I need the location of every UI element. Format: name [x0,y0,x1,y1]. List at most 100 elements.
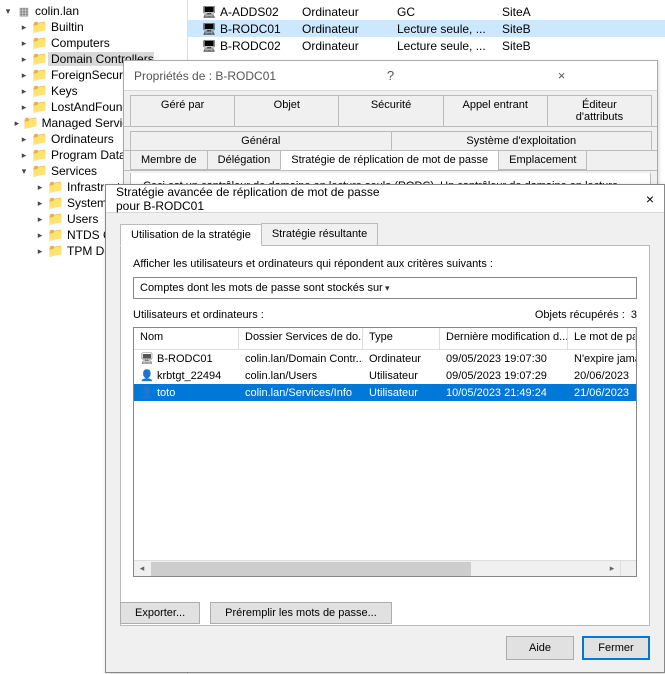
list-row[interactable]: 🖥A-ADDS02OrdinateurGCSiteA [188,3,665,20]
cell-desc: Lecture seule, ... [397,39,502,53]
results-listview[interactable]: NomDossier Services de do...TypeDernière… [133,327,637,577]
tab[interactable]: Éditeur d'attributs [547,95,652,126]
tab[interactable]: Stratégie de réplication de mot de passe [280,151,499,170]
tree-item-label: Ordinateurs [48,132,114,146]
scroll-corner [620,560,636,576]
tree-item-label: Keys [48,84,78,98]
tab[interactable]: Emplacement [498,151,587,170]
advanced-titlebar[interactable]: Stratégie avancée de réplication de mot … [106,185,664,213]
scroll-left-icon[interactable]: ◂ [134,561,150,577]
tab[interactable]: Système d'exploitation [391,131,653,150]
column-header[interactable]: Dernière modification d... [440,328,568,349]
cell-name: B-RODC01 [220,22,281,36]
cell-type: Ordinateur [302,22,397,36]
folder-icon: 📁 [32,147,48,163]
tab[interactable]: Membre de [130,151,208,170]
properties-titlebar[interactable]: Propriétés de : B-RODC01 ? × [124,61,657,91]
listview-body[interactable]: 🖥B-RODC01 colin.lan/Domain Contr...Ordina… [134,350,636,401]
close-button[interactable]: × [476,68,647,83]
cell-date: 09/05/2023 19:07:29 [440,370,568,382]
table-row[interactable]: 👤krbtgt_22494colin.lan/UsersUtilisateur0… [134,367,636,384]
main-area: ▾ ▦ colin.lan ▸📁Builtin▸📁Computers▸📁Doma… [0,0,665,674]
chevron-right-icon[interactable]: ▸ [16,147,32,163]
tab[interactable]: Général [130,131,392,150]
chevron-right-icon[interactable]: ▸ [16,99,32,115]
user-icon: 👤 [140,369,154,383]
tree-item-label: Services [48,164,97,178]
list-row[interactable]: 🖥 B-RODC02 OrdinateurLecture seule, ...Sit… [188,37,665,54]
meta-left-label: Utilisateurs et ordinateurs : [133,309,535,321]
cell-type: Ordinateur [302,5,397,19]
table-row[interactable]: 🖥B-RODC01 colin.lan/Domain Contr...Ordina… [134,350,636,367]
export-button[interactable]: Exporter... [120,602,200,624]
instruction-text: Afficher les utilisateurs et ordinateurs… [133,258,637,270]
domain-icon: ▦ [16,3,32,19]
table-row[interactable]: 👤totocolin.lan/Services/InfoUtilisateur1… [134,384,636,401]
chevron-right-icon[interactable]: ▸ [16,131,32,147]
tree-item[interactable]: ▸📁Builtin [0,19,187,35]
chevron-right-icon[interactable]: ▸ [32,195,48,211]
close-dialog-button[interactable]: Fermer [582,636,650,660]
computer-icon: 🖥 [202,5,216,19]
computer-icon: 🖥 [140,352,154,366]
cell-site: SiteA [502,5,592,19]
computer-icon: 🖥 [202,22,216,36]
cell-site: SiteB [502,39,592,53]
cell-type: Ordinateur [302,39,397,53]
column-header[interactable]: Dossier Services de do... [239,328,363,349]
tab[interactable]: Appel entrant [443,95,548,126]
horizontal-scrollbar[interactable]: ◂ ▸ [134,560,620,576]
filter-dropdown[interactable]: Comptes dont les mots de passe sont stoc… [133,277,637,299]
cell-folder: colin.lan/Domain Contr... [239,353,363,365]
cell-type: Ordinateur [363,353,440,365]
tree-root[interactable]: ▾ ▦ colin.lan [0,3,187,19]
chevron-right-icon[interactable]: ▸ [11,115,22,131]
chevron-right-icon[interactable]: ▸ [32,243,48,259]
cell-desc: GC [397,5,502,19]
chevron-right-icon[interactable]: ▸ [16,19,32,35]
column-header[interactable]: Type [363,328,440,349]
meta-right: Objets récupérés : 3 [535,309,637,321]
list-row[interactable]: 🖥B-RODC01OrdinateurLecture seule, ...Sit… [188,20,665,37]
column-header[interactable]: Le mot de pa [568,328,636,349]
cell-pw: 21/06/2023 [568,387,636,399]
chevron-right-icon[interactable]: ▸ [16,83,32,99]
cell-pw: 20/06/2023 [568,370,636,382]
folder-icon: 📁 [32,35,48,51]
tree-item-label: Builtin [48,20,84,34]
cell-name: B-RODC02 [220,39,281,53]
tab[interactable]: Stratégie résultante [261,223,378,245]
prefill-button[interactable]: Préremplir les mots de passe... [210,602,392,624]
chevron-down-icon[interactable]: ▾ [0,3,16,19]
chevron-right-icon[interactable]: ▸ [16,51,32,67]
tab[interactable]: Objet [234,95,339,126]
tree-item[interactable]: ▸📁Computers [0,35,187,51]
cell-date: 09/05/2023 19:07:30 [440,353,568,365]
listview-header[interactable]: NomDossier Services de do...TypeDernière… [134,328,636,350]
chevron-right-icon[interactable]: ▸ [32,227,48,243]
help-button[interactable]: Aide [506,636,574,660]
scroll-thumb[interactable] [151,562,471,576]
tab[interactable]: Sécurité [338,95,443,126]
scroll-right-icon[interactable]: ▸ [604,561,620,577]
chevron-right-icon[interactable]: ▸ [32,179,48,195]
properties-tabs-row-1: Géré parObjetSécuritéAppel entrantÉditeu… [124,91,657,127]
cell-site: SiteB [502,22,592,36]
tree-item-label: Computers [48,36,110,50]
tab[interactable]: Délégation [207,151,282,170]
column-header[interactable]: Nom [134,328,239,349]
computer-icon: 🖥 [202,39,216,53]
folder-icon: 📁 [48,179,64,195]
tab[interactable]: Géré par [130,95,235,126]
cell-name: B-RODC01 [157,353,213,365]
help-button[interactable]: ? [305,68,476,83]
advanced-dialog: Stratégie avancée de réplication de mot … [105,184,665,673]
folder-icon: 📁 [48,227,64,243]
chevron-down-icon[interactable]: ▾ [16,163,32,179]
close-button[interactable]: × [385,191,654,207]
tab[interactable]: Utilisation de la stratégie [120,224,262,246]
chevron-right-icon[interactable]: ▸ [16,67,32,83]
chevron-right-icon[interactable]: ▸ [32,211,48,227]
background-list[interactable]: 🖥A-ADDS02OrdinateurGCSiteA🖥B-RODC01Ordin… [188,0,665,60]
chevron-right-icon[interactable]: ▸ [16,35,32,51]
